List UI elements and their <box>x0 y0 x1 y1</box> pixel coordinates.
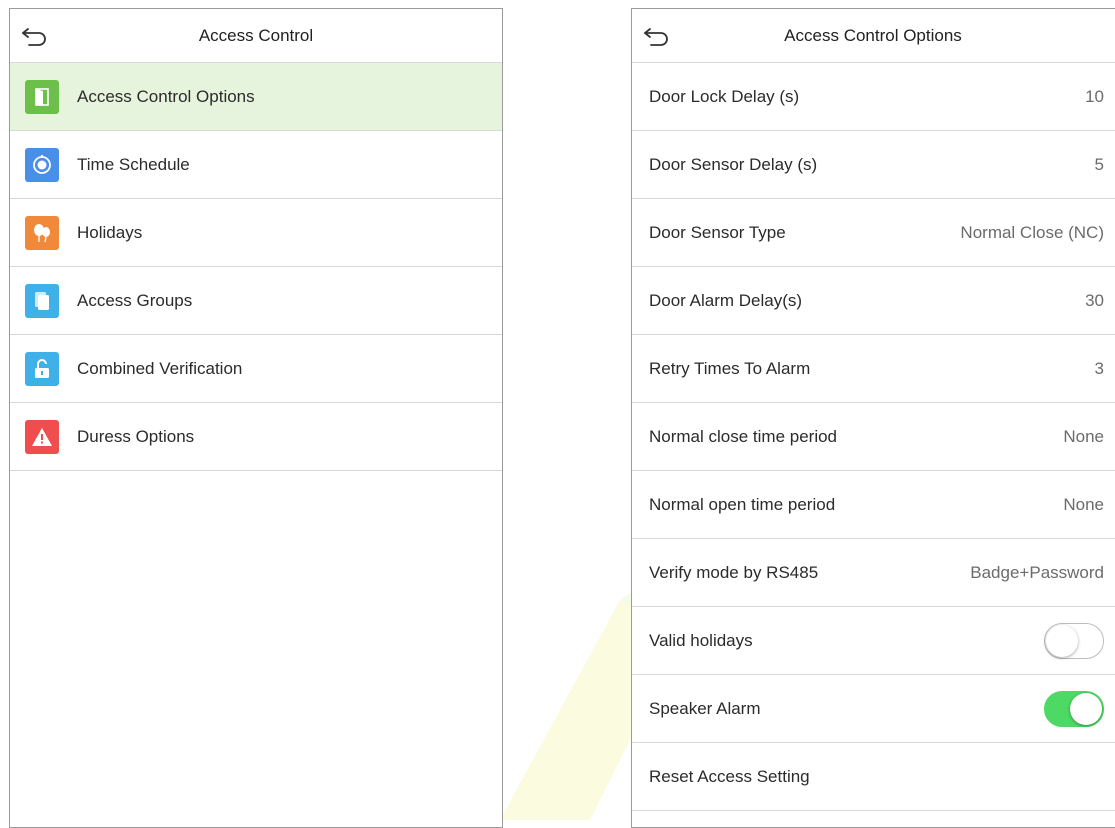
menu-item-label: Combined Verification <box>77 358 243 378</box>
option-label: Verify mode by RS485 <box>649 562 819 582</box>
padlock-icon <box>25 351 59 386</box>
menu-item-label: Duress Options <box>77 426 195 446</box>
warning-icon <box>25 419 59 454</box>
menu-item-holidays[interactable]: Holidays <box>10 199 502 267</box>
option-speaker-alarm: Speaker Alarm <box>632 675 1115 743</box>
option-label: Door Lock Delay (s) <box>649 86 800 106</box>
option-reset-access-setting[interactable]: Reset Access Setting <box>632 743 1115 811</box>
menu-item-label: Holidays <box>77 222 143 242</box>
option-label: Door Sensor Delay (s) <box>649 154 818 174</box>
option-label: Door Alarm Delay(s) <box>649 290 803 310</box>
option-value: 10 <box>1085 86 1104 106</box>
option-label: Reset Access Setting <box>649 766 810 786</box>
page-title: Access Control Options <box>784 26 962 45</box>
title-bar: Access Control Options <box>632 9 1115 63</box>
option-label: Normal open time period <box>649 494 836 514</box>
option-value: None <box>1063 494 1104 514</box>
option-value: None <box>1063 426 1104 446</box>
option-valid-holidays: Valid holidays <box>632 607 1115 675</box>
menu-item-access-groups[interactable]: Access Groups <box>10 267 502 335</box>
menu-item-label: Access Groups <box>77 290 193 310</box>
access-control-options-screen: Access Control Options Door Lock Delay (… <box>631 8 1115 828</box>
option-door-lock-delay[interactable]: Door Lock Delay (s) 10 <box>632 63 1115 131</box>
clock-icon <box>25 147 59 182</box>
door-icon <box>25 79 59 114</box>
option-label: Retry Times To Alarm <box>649 358 811 378</box>
option-normal-close-time-period[interactable]: Normal close time period None <box>632 403 1115 471</box>
balloons-icon <box>25 215 59 250</box>
option-normal-open-time-period[interactable]: Normal open time period None <box>632 471 1115 539</box>
option-value: Badge+Password <box>970 562 1104 582</box>
option-verify-mode-rs485[interactable]: Verify mode by RS485 Badge+Password <box>632 539 1115 607</box>
option-label: Door Sensor Type <box>649 222 786 242</box>
menu-item-time-schedule[interactable]: Time Schedule <box>10 131 502 199</box>
option-door-sensor-delay[interactable]: Door Sensor Delay (s) 5 <box>632 131 1115 199</box>
option-door-sensor-type[interactable]: Door Sensor Type Normal Close (NC) <box>632 199 1115 267</box>
menu-item-access-control-options[interactable]: Access Control Options <box>10 63 502 131</box>
speaker-alarm-toggle[interactable] <box>1044 690 1104 727</box>
toggle-knob <box>1046 624 1078 657</box>
menu-item-label: Access Control Options <box>77 86 255 106</box>
option-value: 30 <box>1085 290 1104 310</box>
group-icon <box>25 283 59 318</box>
menu-item-combined-verification[interactable]: Combined Verification <box>10 335 502 403</box>
toggle-knob <box>1070 692 1102 725</box>
option-label: Normal close time period <box>649 426 838 446</box>
option-value: 3 <box>1094 358 1104 378</box>
option-label: Speaker Alarm <box>649 698 761 718</box>
valid-holidays-toggle[interactable] <box>1044 622 1104 659</box>
access-control-screen: Access Control Access Control Options Ti… <box>9 8 503 828</box>
option-door-alarm-delay[interactable]: Door Alarm Delay(s) 30 <box>632 267 1115 335</box>
option-label: Valid holidays <box>649 630 753 650</box>
page-title: Access Control <box>198 26 314 45</box>
option-value: 5 <box>1094 154 1104 174</box>
option-retry-times-to-alarm[interactable]: Retry Times To Alarm 3 <box>632 335 1115 403</box>
menu-item-label: Time Schedule <box>77 154 190 174</box>
option-value: Normal Close (NC) <box>960 222 1104 242</box>
menu-item-duress-options[interactable]: Duress Options <box>10 403 502 471</box>
title-bar: Access Control <box>10 9 502 63</box>
